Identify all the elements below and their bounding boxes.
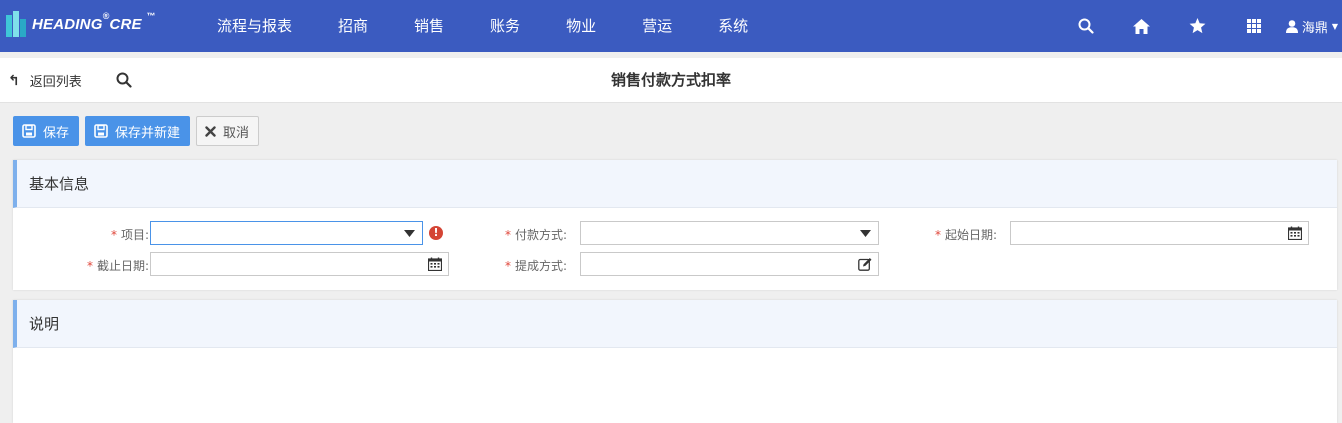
back-to-list-link[interactable]: ↰ 返回列表 <box>8 58 82 103</box>
save-and-new-button[interactable]: 保存并新建 <box>85 116 191 146</box>
star-icon[interactable] <box>1170 0 1226 52</box>
error-icon: ! <box>429 226 443 240</box>
cancel-button[interactable]: 取消 <box>196 116 260 146</box>
title-bar: ↰ 返回列表 销售付款方式扣率 <box>0 58 1342 103</box>
back-to-list-label: 返回列表 <box>29 75 82 90</box>
end-date-label: * 截止日期: <box>86 259 149 273</box>
payment-method-label: * 付款方式: <box>504 228 567 242</box>
page-title: 销售付款方式扣率 <box>610 71 731 89</box>
close-icon <box>205 125 216 137</box>
nav-item-accounts[interactable]: 账务 <box>473 0 537 52</box>
nav-item-operations[interactable]: 营运 <box>625 0 689 52</box>
nav-item-process-reports[interactable]: 流程与报表 <box>200 0 309 52</box>
user-name: 海鼎 <box>1301 20 1328 36</box>
save-button[interactable]: 保存 <box>13 116 80 146</box>
logo-mark-icon <box>6 11 28 37</box>
top-nav-bar: HEADING®CRE ™ 流程与报表 招商 销售 账务 物业 营运 系统 海鼎… <box>0 0 1342 52</box>
user-icon <box>1285 19 1298 33</box>
description-panel: 说明 <box>13 300 1337 423</box>
apps-grid-icon[interactable] <box>1226 0 1282 52</box>
calendar-icon[interactable] <box>428 257 442 271</box>
edit-icon[interactable] <box>858 257 872 271</box>
back-arrow-icon: ↰ <box>8 72 20 89</box>
save-and-new-label: 保存并新建 <box>115 125 181 141</box>
start-date-label: * 起始日期: <box>934 228 997 242</box>
basic-info-panel: 基本信息 * 项目: ! * 付款方式: * 起始日期: * 截止日期: * 提… <box>13 160 1337 290</box>
floppy-disk-icon <box>94 124 108 138</box>
floppy-disk-icon <box>22 124 36 138</box>
search-icon[interactable] <box>1058 0 1114 52</box>
logo-text: HEADING®CRE ™ <box>32 11 156 33</box>
app-logo[interactable]: HEADING®CRE ™ <box>6 9 155 39</box>
project-select[interactable] <box>150 221 423 245</box>
save-label: 保存 <box>43 125 70 141</box>
start-date-field[interactable] <box>1010 221 1309 245</box>
user-menu[interactable]: 海鼎 ▼ <box>1285 0 1342 52</box>
project-label: * 项目: <box>110 228 149 242</box>
end-date-field[interactable] <box>150 252 449 276</box>
home-icon[interactable] <box>1114 0 1170 52</box>
nav-right-tools: 海鼎 ▼ <box>1058 0 1342 52</box>
action-toolbar: 保存 保存并新建 取消 <box>13 116 265 146</box>
nav-item-property[interactable]: 物业 <box>549 0 613 52</box>
caret-down-icon <box>858 226 872 240</box>
basic-info-heading: 基本信息 <box>13 160 1337 208</box>
cancel-label: 取消 <box>223 125 250 141</box>
commission-method-label: * 提成方式: <box>504 259 567 273</box>
payment-method-select[interactable] <box>580 221 879 245</box>
chevron-down-icon: ▼ <box>1331 21 1338 31</box>
nav-item-leasing[interactable]: 招商 <box>321 0 385 52</box>
description-heading: 说明 <box>13 300 1337 348</box>
nav-item-system[interactable]: 系统 <box>701 0 765 52</box>
nav-item-sales[interactable]: 销售 <box>397 0 461 52</box>
caret-down-icon <box>402 226 416 240</box>
calendar-icon[interactable] <box>1288 226 1302 240</box>
commission-method-field[interactable] <box>580 252 879 276</box>
search-icon[interactable] <box>116 72 134 90</box>
main-nav: 流程与报表 招商 销售 账务 物业 营运 系统 <box>200 0 777 52</box>
